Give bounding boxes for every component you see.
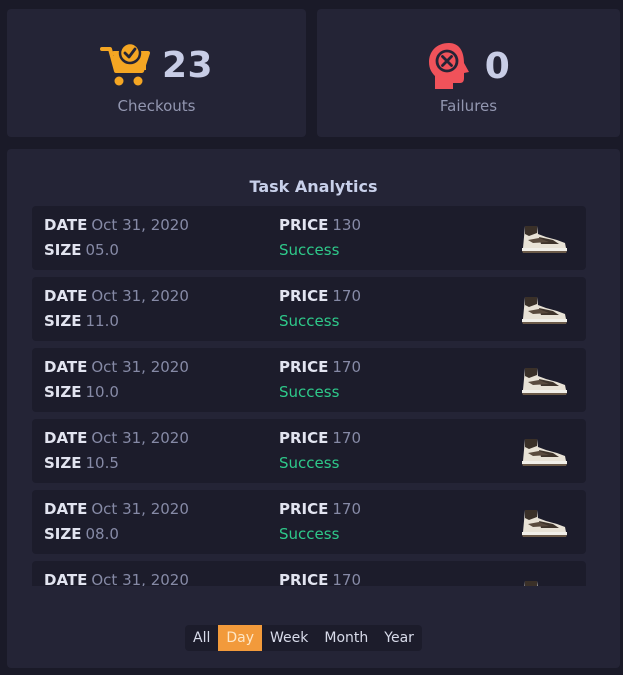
filter-all[interactable]: All (185, 625, 218, 651)
sneaker-icon (522, 226, 567, 253)
status-text: Success (279, 312, 340, 330)
date-value: Oct 31, 2020 (91, 571, 189, 586)
price-label: PRICE (279, 287, 329, 305)
date-cell: DATE Oct 31, 2020 (44, 500, 189, 518)
sneaker-icon (522, 439, 567, 466)
size-value: 08.0 (85, 525, 119, 543)
size-value: 05.0 (85, 241, 119, 259)
date-value: Oct 31, 2020 (91, 429, 189, 447)
size-label: SIZE (44, 383, 82, 401)
price-label: PRICE (279, 358, 329, 376)
price-label: PRICE (279, 500, 329, 518)
price-cell: PRICE 170 (279, 500, 361, 518)
price-label: PRICE (279, 216, 329, 234)
checkouts-card: 23 Checkouts (7, 9, 306, 137)
price-value: 170 (332, 500, 362, 518)
checkouts-count: 23 (161, 44, 214, 86)
price-value: 170 (332, 571, 362, 586)
filter-day[interactable]: Day (218, 625, 263, 651)
sneaker-icon (524, 581, 538, 586)
status-text: Success (279, 241, 340, 259)
task-row[interactable]: DATE Oct 31, 2020 SIZE 08.0 PRICE 170 Succe… (32, 490, 586, 554)
sneaker-icon (522, 297, 567, 324)
date-label: DATE (44, 429, 88, 447)
date-value: Oct 31, 2020 (91, 358, 189, 376)
cart-check-icon (99, 41, 150, 86)
size-value: 10.0 (85, 383, 119, 401)
price-value: 170 (332, 429, 362, 447)
failures-label: Failures (439, 97, 498, 115)
status-text: Success (279, 525, 340, 543)
size-label: SIZE (44, 454, 82, 472)
size-label: SIZE (44, 312, 82, 330)
failures-count: 0 (484, 45, 511, 87)
time-filter: All Day Week Month Year (185, 625, 422, 651)
price-value: 130 (332, 216, 362, 234)
date-cell: DATE Oct 31, 2020 (44, 358, 189, 376)
sneaker-icon (522, 510, 567, 537)
task-row[interactable]: DATEOct 31, 2020 SIZE PRICE170 (32, 561, 586, 586)
price-label: PRICE (279, 571, 329, 586)
price-cell: PRICE 170 (279, 358, 361, 376)
date-value: Oct 31, 2020 (91, 287, 189, 305)
date-label: DATE (44, 216, 88, 234)
size-value: 10.5 (85, 454, 119, 472)
size-cell: SIZE 11.0 (44, 312, 119, 330)
status-text: Success (279, 383, 340, 401)
panel-title: Task Analytics (249, 177, 378, 196)
task-row[interactable]: DATE Oct 31, 2020 SIZE 05.0 PRICE 130 Succe… (32, 206, 586, 270)
size-cell: SIZE 05.0 (44, 241, 119, 259)
date-value: Oct 31, 2020 (91, 216, 189, 234)
date-cell: DATE Oct 31, 2020 (44, 571, 189, 586)
price-cell: PRICE 130 (279, 216, 361, 234)
date-cell: DATE Oct 31, 2020 (44, 216, 189, 234)
head-x-icon (428, 43, 469, 89)
size-value: 11.0 (85, 312, 119, 330)
price-value: 170 (332, 358, 362, 376)
filter-week[interactable]: Week (262, 625, 316, 651)
size-cell: SIZE 08.0 (44, 525, 119, 543)
price-cell: PRICE 170 (279, 429, 361, 447)
task-row[interactable]: DATE Oct 31, 2020 SIZE 11.0 PRICE 170 Succe… (32, 277, 586, 341)
size-label: SIZE (44, 525, 82, 543)
failures-card: 0 Failures (317, 9, 620, 137)
sneaker-icon (522, 368, 567, 395)
size-cell: SIZE 10.0 (44, 383, 119, 401)
task-list[interactable]: DATE Oct 31, 2020 SIZE 05.0 PRICE 130 Succe… (32, 206, 586, 586)
task-analytics-panel: Task Analytics DATE Oct 31, 2020 SIZE 05.0… (7, 149, 620, 668)
date-label: DATE (44, 287, 88, 305)
size-cell: SIZE 10.5 (44, 454, 119, 472)
date-cell: DATE Oct 31, 2020 (44, 287, 189, 305)
date-label: DATE (44, 358, 88, 376)
price-label: PRICE (279, 429, 329, 447)
task-row[interactable]: DATE Oct 31, 2020 SIZE 10.5 PRICE 170 Succe… (32, 419, 586, 483)
price-cell: PRICE 170 (279, 287, 361, 305)
size-label: SIZE (44, 241, 82, 259)
date-label: DATE (44, 500, 88, 518)
checkouts-label: Checkouts (117, 97, 196, 115)
price-cell: PRICE 170 (279, 571, 361, 586)
date-value: Oct 31, 2020 (91, 500, 189, 518)
date-label: DATE (44, 571, 88, 586)
filter-month[interactable]: Month (316, 625, 376, 651)
price-value: 170 (332, 287, 362, 305)
status-text: Success (279, 454, 340, 472)
filter-year[interactable]: Year (376, 625, 422, 651)
task-row[interactable]: DATE Oct 31, 2020 SIZE 10.0 PRICE 170 Succe… (32, 348, 586, 412)
date-cell: DATE Oct 31, 2020 (44, 429, 189, 447)
